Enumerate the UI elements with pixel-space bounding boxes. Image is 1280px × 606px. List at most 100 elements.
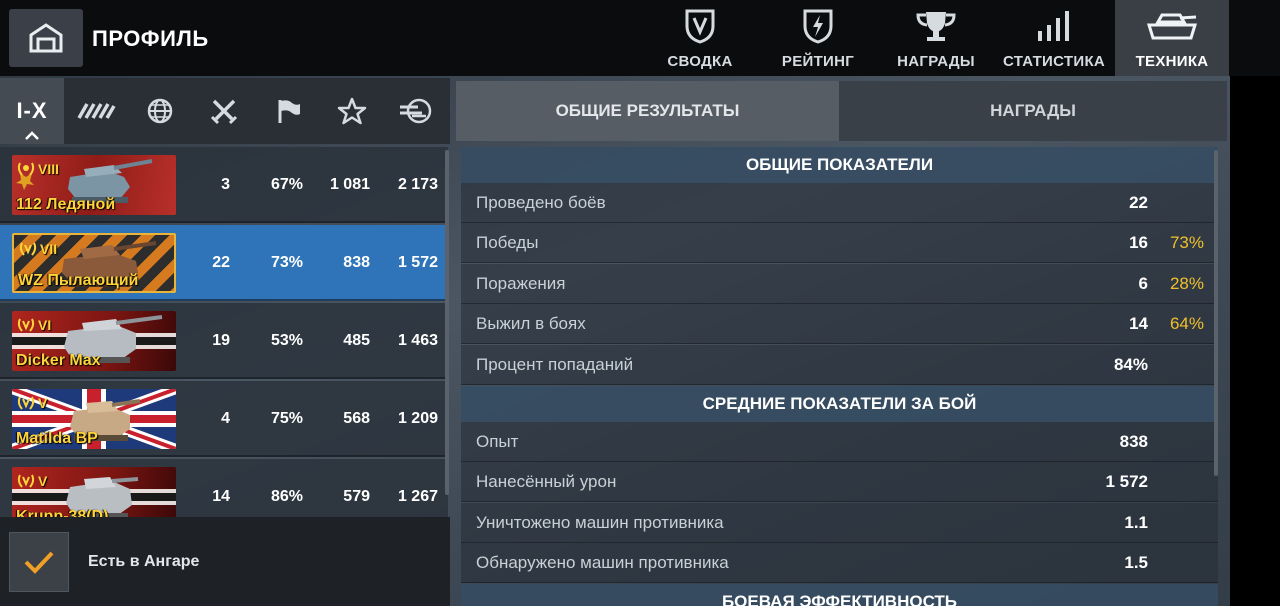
tier-numeral: V	[38, 395, 48, 411]
stat-row: Обнаружено машин противника 1.5	[461, 543, 1218, 583]
stat-value: 22	[1129, 193, 1148, 212]
crossed-swords-icon	[210, 99, 238, 125]
stat-label: Обнаружено машин противника	[476, 553, 729, 572]
in-hangar-checkbox[interactable]	[9, 532, 69, 592]
avg-damage: 2 173	[397, 176, 438, 193]
vehicle-row[interactable]: VI Dicker Max 19 53% 485 1 463	[0, 303, 448, 379]
vehicle-list: VIII 112 Ледяной 3 67% 1 081 2 173 VII W…	[0, 147, 448, 517]
nav-tab-awards[interactable]: НАГРАДЫ	[879, 0, 993, 76]
tier-badge: V	[16, 394, 47, 412]
stat-value: 1 572	[1105, 472, 1148, 491]
stats-panel-scrollbar[interactable]	[1214, 150, 1218, 476]
nav-tab-statistics[interactable]: СТАТИСТИКА	[997, 0, 1111, 76]
avg-experience: 485	[343, 332, 370, 349]
tier-numeral: V	[38, 473, 48, 489]
favorite-filter[interactable]	[320, 78, 384, 144]
stat-label: Проведено боёв	[476, 193, 606, 212]
vehicle-list-scrollbar[interactable]	[445, 150, 449, 495]
stat-value: 6	[1138, 274, 1148, 293]
stat-label: Процент попаданий	[476, 355, 634, 374]
top-bar: ПРОФИЛЬ СВОДКА РЕЙТИНГ НАГРАДЫ СТАТИСТИК…	[0, 0, 1280, 76]
win-rate: 86%	[270, 488, 303, 505]
nav-tab-label: СВОДКА	[667, 53, 733, 70]
vehicle-name: Dicker Max	[16, 352, 101, 369]
nav-tab-label: ТЕХНИКА	[1135, 53, 1209, 70]
laurel-icon	[17, 162, 35, 176]
tier-badge: VI	[16, 316, 51, 334]
tier-filter[interactable]: I-X	[0, 78, 64, 144]
vehicle-card: V Krupp-38(D)	[12, 467, 176, 517]
stat-label: Нанесённый урон	[476, 472, 617, 491]
nation-filter[interactable]	[128, 78, 192, 144]
avg-damage: 1 572	[397, 254, 438, 271]
avg-experience: 838	[343, 254, 370, 271]
nav-tab-label: РЕЙТИНГ	[781, 53, 855, 70]
flag-icon	[278, 100, 300, 123]
nav-tab-rating[interactable]: РЕЙТИНГ	[761, 0, 875, 76]
vehicle-card: VIII 112 Ледяной	[12, 155, 176, 215]
hangar-filter-bar: Есть в Ангаре	[0, 517, 450, 606]
stat-row: Победы 16 73%	[461, 223, 1218, 263]
laurel-icon	[17, 318, 35, 332]
tab-general-results[interactable]: ОБЩИЕ РЕЗУЛЬТАТЫ	[456, 81, 839, 141]
vehicle-row[interactable]: V Matilda BP 4 75% 568 1 209	[0, 381, 448, 457]
avg-experience: 1 081	[329, 176, 370, 193]
section-header-average: СРЕДНИЕ ПОКАЗАТЕЛИ ЗА БОЙ	[461, 386, 1218, 422]
garage-icon	[29, 23, 63, 53]
stat-label: Поражения	[476, 274, 566, 293]
nav-tab-label: СТАТИСТИКА	[1002, 53, 1106, 70]
stat-label: Опыт	[476, 432, 519, 451]
vehicle-name: WZ Пылающий	[18, 272, 139, 289]
win-rate: 73%	[270, 254, 303, 271]
avg-experience: 579	[343, 488, 370, 505]
hangar-button[interactable]	[9, 9, 83, 67]
battles-count: 3	[221, 176, 230, 193]
tab-awards[interactable]: НАГРАДЫ	[839, 81, 1227, 141]
shield-v-icon	[685, 9, 715, 44]
vehicle-name: 112 Ледяной	[16, 196, 116, 213]
tier-filter-label: I-X	[16, 98, 48, 123]
stat-row: Проведено боёв 22	[461, 183, 1218, 223]
stat-value: 16	[1129, 233, 1148, 252]
tier-badge: V	[16, 472, 47, 490]
lightning-shield-icon	[803, 9, 833, 44]
tier-numeral: VI	[38, 317, 52, 333]
battles-count: 4	[221, 410, 230, 427]
vehicle-card: VII WZ Пылающий	[12, 233, 176, 293]
tier-numeral: VIII	[38, 161, 60, 177]
mastery-filter[interactable]	[256, 78, 320, 144]
stat-label: Уничтожено машин противника	[476, 513, 724, 532]
vehicle-row[interactable]: VIII 112 Ледяной 3 67% 1 081 2 173	[0, 147, 448, 223]
tank-icon	[1146, 13, 1198, 40]
nav-tab-label: НАГРАДЫ	[897, 53, 975, 70]
laurel-icon	[17, 474, 35, 488]
vehicle-filter-bar: I-X	[0, 78, 450, 144]
stat-value: 1.5	[1124, 553, 1148, 572]
in-hangar-label: Есть в Ангаре	[88, 553, 200, 570]
tier-badge: VIII	[16, 160, 59, 178]
nav-tab-summary[interactable]: СВОДКА	[643, 0, 757, 76]
win-rate: 67%	[270, 176, 303, 193]
role-filter[interactable]	[192, 78, 256, 144]
checkmark-icon	[24, 551, 54, 574]
stat-row: Опыт 838	[461, 422, 1218, 462]
page-title: ПРОФИЛЬ	[92, 26, 209, 51]
vehicle-card: V Matilda BP	[12, 389, 176, 449]
stat-row: Нанесённый урон 1 572	[461, 462, 1218, 502]
vehicle-types-icon	[77, 103, 116, 119]
vehicle-row[interactable]: V Krupp-38(D) 14 86% 579 1 267	[0, 459, 448, 517]
premium-filter[interactable]	[384, 78, 448, 144]
type-filter[interactable]	[64, 78, 128, 144]
avg-damage: 1 463	[397, 332, 438, 349]
avg-damage: 1 267	[397, 488, 438, 505]
laurel-icon	[19, 242, 37, 256]
win-rate: 53%	[270, 332, 303, 349]
stat-percent: 64%	[1169, 314, 1204, 333]
chevron-up-icon	[25, 131, 39, 140]
bar-chart-icon	[1038, 11, 1069, 41]
nav-tab-vehicles[interactable]: ТЕХНИКА	[1115, 0, 1229, 76]
vehicle-card: VI Dicker Max	[12, 311, 176, 371]
vehicle-row-selected[interactable]: VII WZ Пылающий 22 73% 838 1 572	[0, 225, 448, 301]
premium-tank-icon	[400, 98, 432, 124]
star-icon	[337, 97, 367, 125]
